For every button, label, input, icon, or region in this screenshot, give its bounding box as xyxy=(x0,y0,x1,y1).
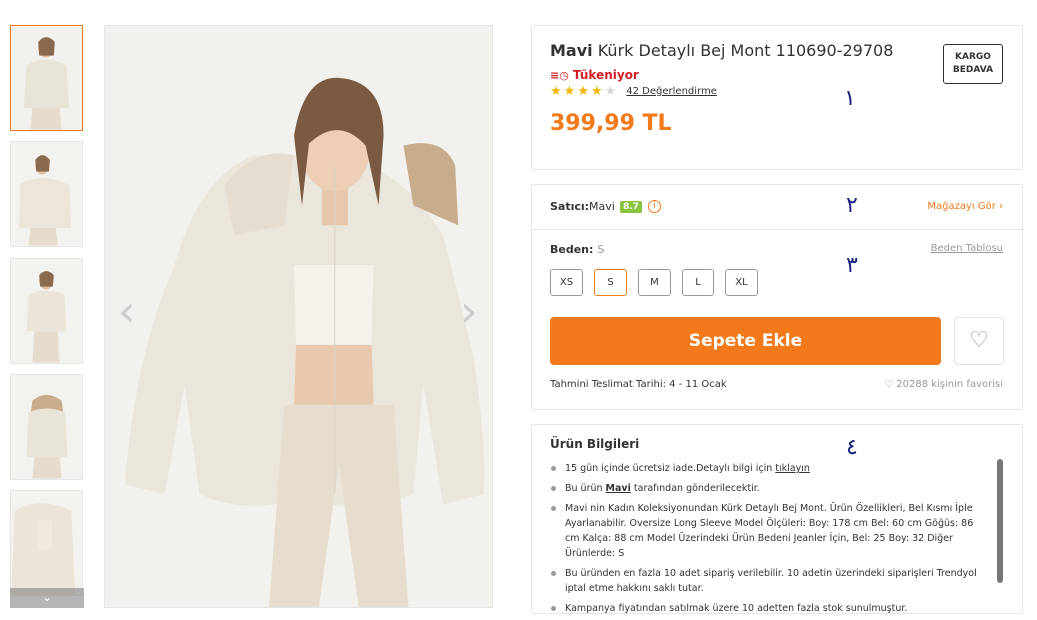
thumbnail-image xyxy=(11,491,82,595)
size-label: Beden: S xyxy=(550,243,604,256)
thumbnail-1[interactable] xyxy=(10,25,83,131)
list-item: 15 gün içinde ücretsiz iade.Detaylı bilg… xyxy=(550,461,990,476)
size-table-link[interactable]: Beden Tablosu xyxy=(931,243,1003,254)
store-link[interactable]: Mağazayı Gör › xyxy=(927,201,1003,212)
rating: ★ ★ ★ ★ ★ 42 Değerlendirme xyxy=(550,84,717,99)
seller-row: Satıcı: Mavi 8.7 i Mağazayı Gör › ٢ xyxy=(532,185,1022,230)
chevron-right-icon[interactable]: › xyxy=(460,290,480,340)
list-item: Bu üründen en fazla 10 adet sipariş veri… xyxy=(550,566,990,596)
chevron-left-icon[interactable]: ‹ xyxy=(118,290,138,340)
clock-icon: ≡◷ xyxy=(550,68,569,82)
annotation-marker-2: ٢ xyxy=(846,193,858,218)
size-option-xl[interactable]: XL xyxy=(725,269,758,296)
product-name: Kürk Detaylı Bej Mont 110690-29708 xyxy=(597,41,894,60)
chevron-down-icon[interactable]: ⌄ xyxy=(10,588,84,608)
list-item: Bu ürün Mavi tarafından gönderilecektir. xyxy=(550,481,990,496)
star-empty-icon: ★ xyxy=(604,84,617,99)
info-icon[interactable]: i xyxy=(648,200,661,213)
delivery-estimate: Tahmini Teslimat Tarihi: 4 - 11 Ocak xyxy=(550,379,727,390)
info-item-text: 15 gün içinde ücretsiz iade.Detaylı bilg… xyxy=(565,463,776,474)
star-icon: ★ xyxy=(563,84,576,99)
seller-label: Satıcı: xyxy=(550,200,590,213)
thumbnail-4[interactable] xyxy=(10,374,83,480)
free-shipping-badge: KARGO BEDAVA xyxy=(943,44,1003,84)
seller-name[interactable]: Mavi xyxy=(589,200,615,213)
size-option-s[interactable]: S xyxy=(594,269,627,296)
scrollbar-thumb[interactable] xyxy=(997,459,1003,583)
product-photo xyxy=(105,26,492,607)
thumbnail-strip xyxy=(10,25,84,608)
product-price: 399,99 TL xyxy=(550,111,672,136)
info-list: 15 gün içinde ücretsiz iade.Detaylı bilg… xyxy=(550,461,990,620)
size-option-l[interactable]: L xyxy=(682,269,714,296)
thumbnail-image xyxy=(11,375,82,479)
purchase-panel: Satıcı: Mavi 8.7 i Mağazayı Gör › ٢ Bede… xyxy=(531,184,1023,410)
thumbnail-image xyxy=(11,26,82,130)
favorite-count-label: 20288 kişinin favorisi xyxy=(896,379,1003,390)
size-option-m[interactable]: M xyxy=(638,269,671,296)
list-item: Kampanya fiyatından satılmak üzere 10 ad… xyxy=(550,601,990,616)
favorite-button[interactable]: ♡ xyxy=(954,317,1004,365)
star-icon: ★ xyxy=(550,84,562,99)
list-item: Mavi nin Kadın Koleksiyonundan Kürk Deta… xyxy=(550,501,990,561)
thumbnail-5[interactable] xyxy=(10,490,83,596)
add-to-cart-button[interactable]: Sepete Ekle xyxy=(550,317,941,365)
seller-score-badge: 8.7 xyxy=(620,201,642,213)
thumbnail-2[interactable] xyxy=(10,141,83,247)
info-title: Ürün Bilgileri xyxy=(550,437,640,451)
reviews-link[interactable]: 42 Değerlendirme xyxy=(626,86,717,97)
product-summary-panel: Mavi Kürk Detaylı Bej Mont 110690-29708 … xyxy=(531,25,1023,170)
info-item-text: Bu ürün xyxy=(565,483,606,494)
product-info-panel: Ürün Bilgileri ٤ 15 gün içinde ücretsiz … xyxy=(531,424,1023,614)
size-options: XS S M L XL xyxy=(550,269,758,296)
size-option-xs[interactable]: XS xyxy=(550,269,583,296)
product-main-image[interactable] xyxy=(104,25,493,608)
chevron-right-icon: › xyxy=(999,201,1003,212)
annotation-marker-3: ٣ xyxy=(846,253,858,278)
thumbnail-3[interactable] xyxy=(10,258,83,364)
thumbnail-image xyxy=(11,259,82,363)
size-label-text: Beden: xyxy=(550,243,594,256)
stock-status: ≡◷ Tükeniyor xyxy=(550,68,639,82)
product-brand[interactable]: Mavi xyxy=(550,41,593,60)
heart-icon: ♡ xyxy=(969,328,989,353)
info-item-text: tarafından gönderilecektir. xyxy=(630,483,760,494)
favorite-count: ♡ 20288 kişinin favorisi xyxy=(884,379,1003,390)
scrollbar[interactable] xyxy=(997,459,1003,583)
thumbnail-image xyxy=(11,142,82,246)
free-shipping-line1: KARGO xyxy=(955,52,991,62)
brand-link[interactable]: Mavi xyxy=(606,483,631,494)
stock-status-label: Tükeniyor xyxy=(572,68,639,82)
annotation-marker-1: ١ xyxy=(844,86,856,111)
store-link-label: Mağazayı Gör xyxy=(927,201,996,212)
annotation-marker-4: ٤ xyxy=(846,435,858,460)
details-link[interactable]: tıklayın xyxy=(775,463,810,474)
heart-icon: ♡ xyxy=(884,379,894,390)
product-title: Mavi Kürk Detaylı Bej Mont 110690-29708 xyxy=(550,41,893,60)
free-shipping-line2: BEDAVA xyxy=(952,65,994,75)
size-selected-value: S xyxy=(597,243,605,256)
star-icon: ★ xyxy=(590,84,603,99)
star-icon: ★ xyxy=(577,84,589,99)
